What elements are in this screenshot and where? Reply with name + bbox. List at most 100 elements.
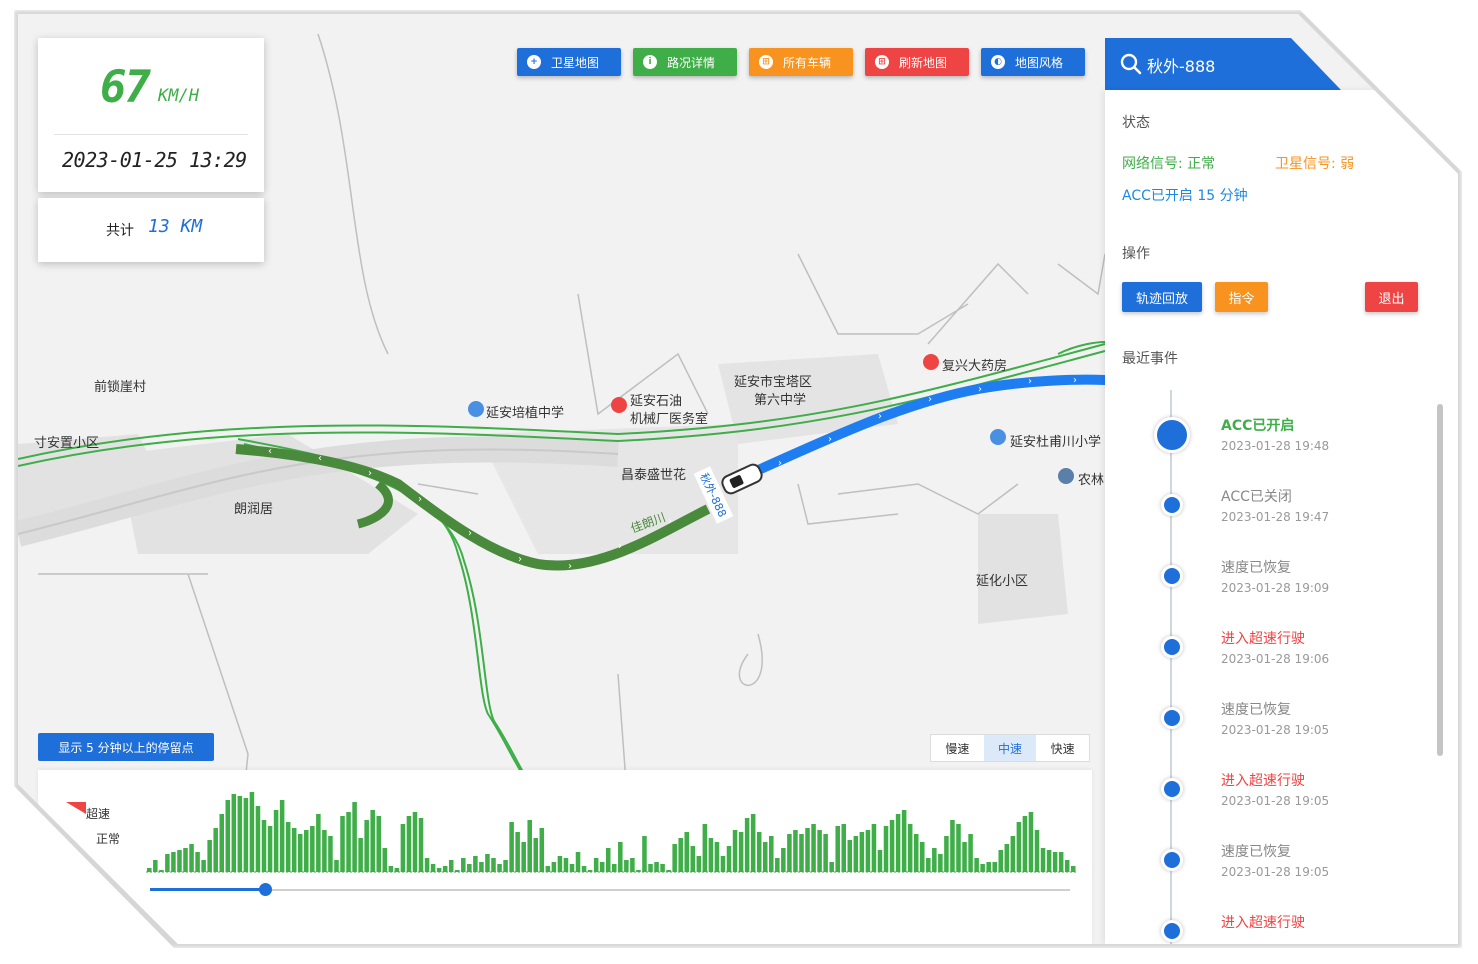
speed-bar [974,858,979,872]
event-title: ACC已开启 [1221,418,1295,434]
speed-bar [932,848,937,872]
speed-bar [388,866,394,872]
speed-bar [1046,850,1052,872]
event-time: 2023-01-28 19:09 [1221,581,1330,595]
button-label: 地图风格 [1015,55,1064,70]
map-label: 前锁崖村 [94,380,147,395]
event-item[interactable]: 速度已恢复 2023-01-28 19:09 [1115,557,1435,628]
speed-bar [895,814,901,872]
speed-bar [358,838,363,872]
speed-bar [521,842,526,872]
speed-bar [907,824,913,872]
speed-bar [273,810,279,872]
satellite-map-button[interactable]: + 卫星地图 [517,48,621,76]
speed-bar [503,860,508,872]
info-icon: i [643,55,657,69]
event-item[interactable]: 进入超速行驶 2023-01-28 19:06 [1115,628,1435,699]
event-item[interactable]: ACC已开启 2023-01-28 19:48 [1115,415,1435,486]
events-scrollbar[interactable] [1437,404,1443,756]
speed-bar [877,850,883,872]
map-label: 第六中学 [754,393,807,408]
map-label: 农林 [1078,473,1105,488]
speed-bar [889,820,895,872]
speed-bar [267,826,273,872]
distance-card: 共计 13 KM [38,198,264,262]
timeline-dot [1161,636,1183,658]
event-item[interactable]: ACC已关闭 2023-01-28 19:47 [1115,486,1435,557]
speed-bar [660,864,665,872]
speed-bar [424,858,430,872]
speed-bar [394,868,400,872]
speed-bar [545,866,551,872]
speed-bar [956,824,961,872]
speed-bar [605,848,611,872]
event-time: 2023-01-28 19:48 [1221,439,1330,453]
show-stop-points-button[interactable]: 显示 5 分钟以上的停留点 [38,733,214,761]
speed-bar [279,800,285,872]
speed-bar [509,822,514,872]
speed-bar [732,830,738,872]
speed-bar [871,824,877,872]
search-icon [1120,53,1142,75]
speed-bar [787,834,792,872]
speed-bar [853,836,859,872]
events-timeline[interactable]: ACC已开启 2023-01-28 19:48 ACC已关闭 2023-01-2… [1115,390,1445,944]
timeline-slider-track[interactable] [150,889,1070,891]
speed-bar [708,838,714,872]
svg-text:›: › [668,516,672,527]
speed-bar [1070,866,1076,872]
status-title: 状态 [1122,115,1150,131]
speed-bar [539,828,545,872]
speed-filter-fast[interactable]: 快速 [1036,735,1089,761]
speed-bar [968,834,973,872]
event-title: 进入超速行驶 [1221,773,1305,789]
track-replay-button[interactable]: 轨迹回放 [1122,282,1202,312]
distance-label: 共计 [106,223,134,239]
speed-bar [225,800,231,872]
refresh-map-button[interactable]: ⊞ 刷新地图 [865,48,969,76]
timeline-dot [1154,417,1190,453]
speed-filter-slow[interactable]: 慢速 [931,735,984,761]
traffic-detail-button[interactable]: i 路况详情 [633,48,737,76]
speed-bar [448,860,454,872]
event-time: 2023-01-28 19:05 [1221,794,1330,808]
speed-bar [793,830,798,872]
speed-bar [781,848,786,872]
speed-bar [726,846,732,872]
satellite-status: 卫星信号: 弱 [1275,156,1355,172]
app-frame: › › › › › › › ‹ ‹ › › › › › › › 前锁崖村 寸安置小区 延安培植中学 延安石油… [18,14,1458,944]
timeline-slider-thumb[interactable] [259,883,272,896]
command-button[interactable]: 指令 [1215,282,1268,312]
speed-bar [454,870,460,872]
speed-bar [201,860,206,872]
speed-bar [1016,822,1022,872]
speed-bar [340,816,345,872]
distance-value: 13 KM [148,216,203,237]
map-label: 延安杜甫川小学 [1010,435,1102,450]
event-item[interactable]: 速度已恢复 2023-01-28 19:05 [1115,841,1435,912]
speed-bar [648,864,653,872]
map-style-button[interactable]: ◐ 地图风格 [981,48,1085,76]
speed-bar [696,856,702,872]
legend-over-swatch [66,802,86,814]
grid-icon: ⊞ [875,55,889,69]
speed-bar [720,856,726,872]
event-item[interactable]: 速度已恢复 2023-01-28 19:05 [1115,699,1435,770]
speed-bar [811,824,816,872]
speed-bar [654,862,659,872]
speed-bar [491,858,496,872]
speed-bar [485,854,490,872]
speed-bar [841,824,847,872]
exit-button[interactable]: 退出 [1365,282,1418,312]
speed-filter-medium[interactable]: 中速 [983,735,1037,761]
event-time: 2023-01-28 19:05 [1221,865,1330,879]
all-vehicles-button[interactable]: ⊞ 所有车辆 [749,48,853,76]
speed-bar [497,864,502,872]
event-item[interactable]: 进入超速行驶 [1115,912,1435,944]
speed-bar [255,806,261,872]
speed-bar [714,842,720,872]
speed-bar [962,842,967,872]
speed-bar [756,832,762,872]
event-item[interactable]: 进入超速行驶 2023-01-28 19:05 [1115,770,1435,841]
speed-bar [334,860,339,872]
